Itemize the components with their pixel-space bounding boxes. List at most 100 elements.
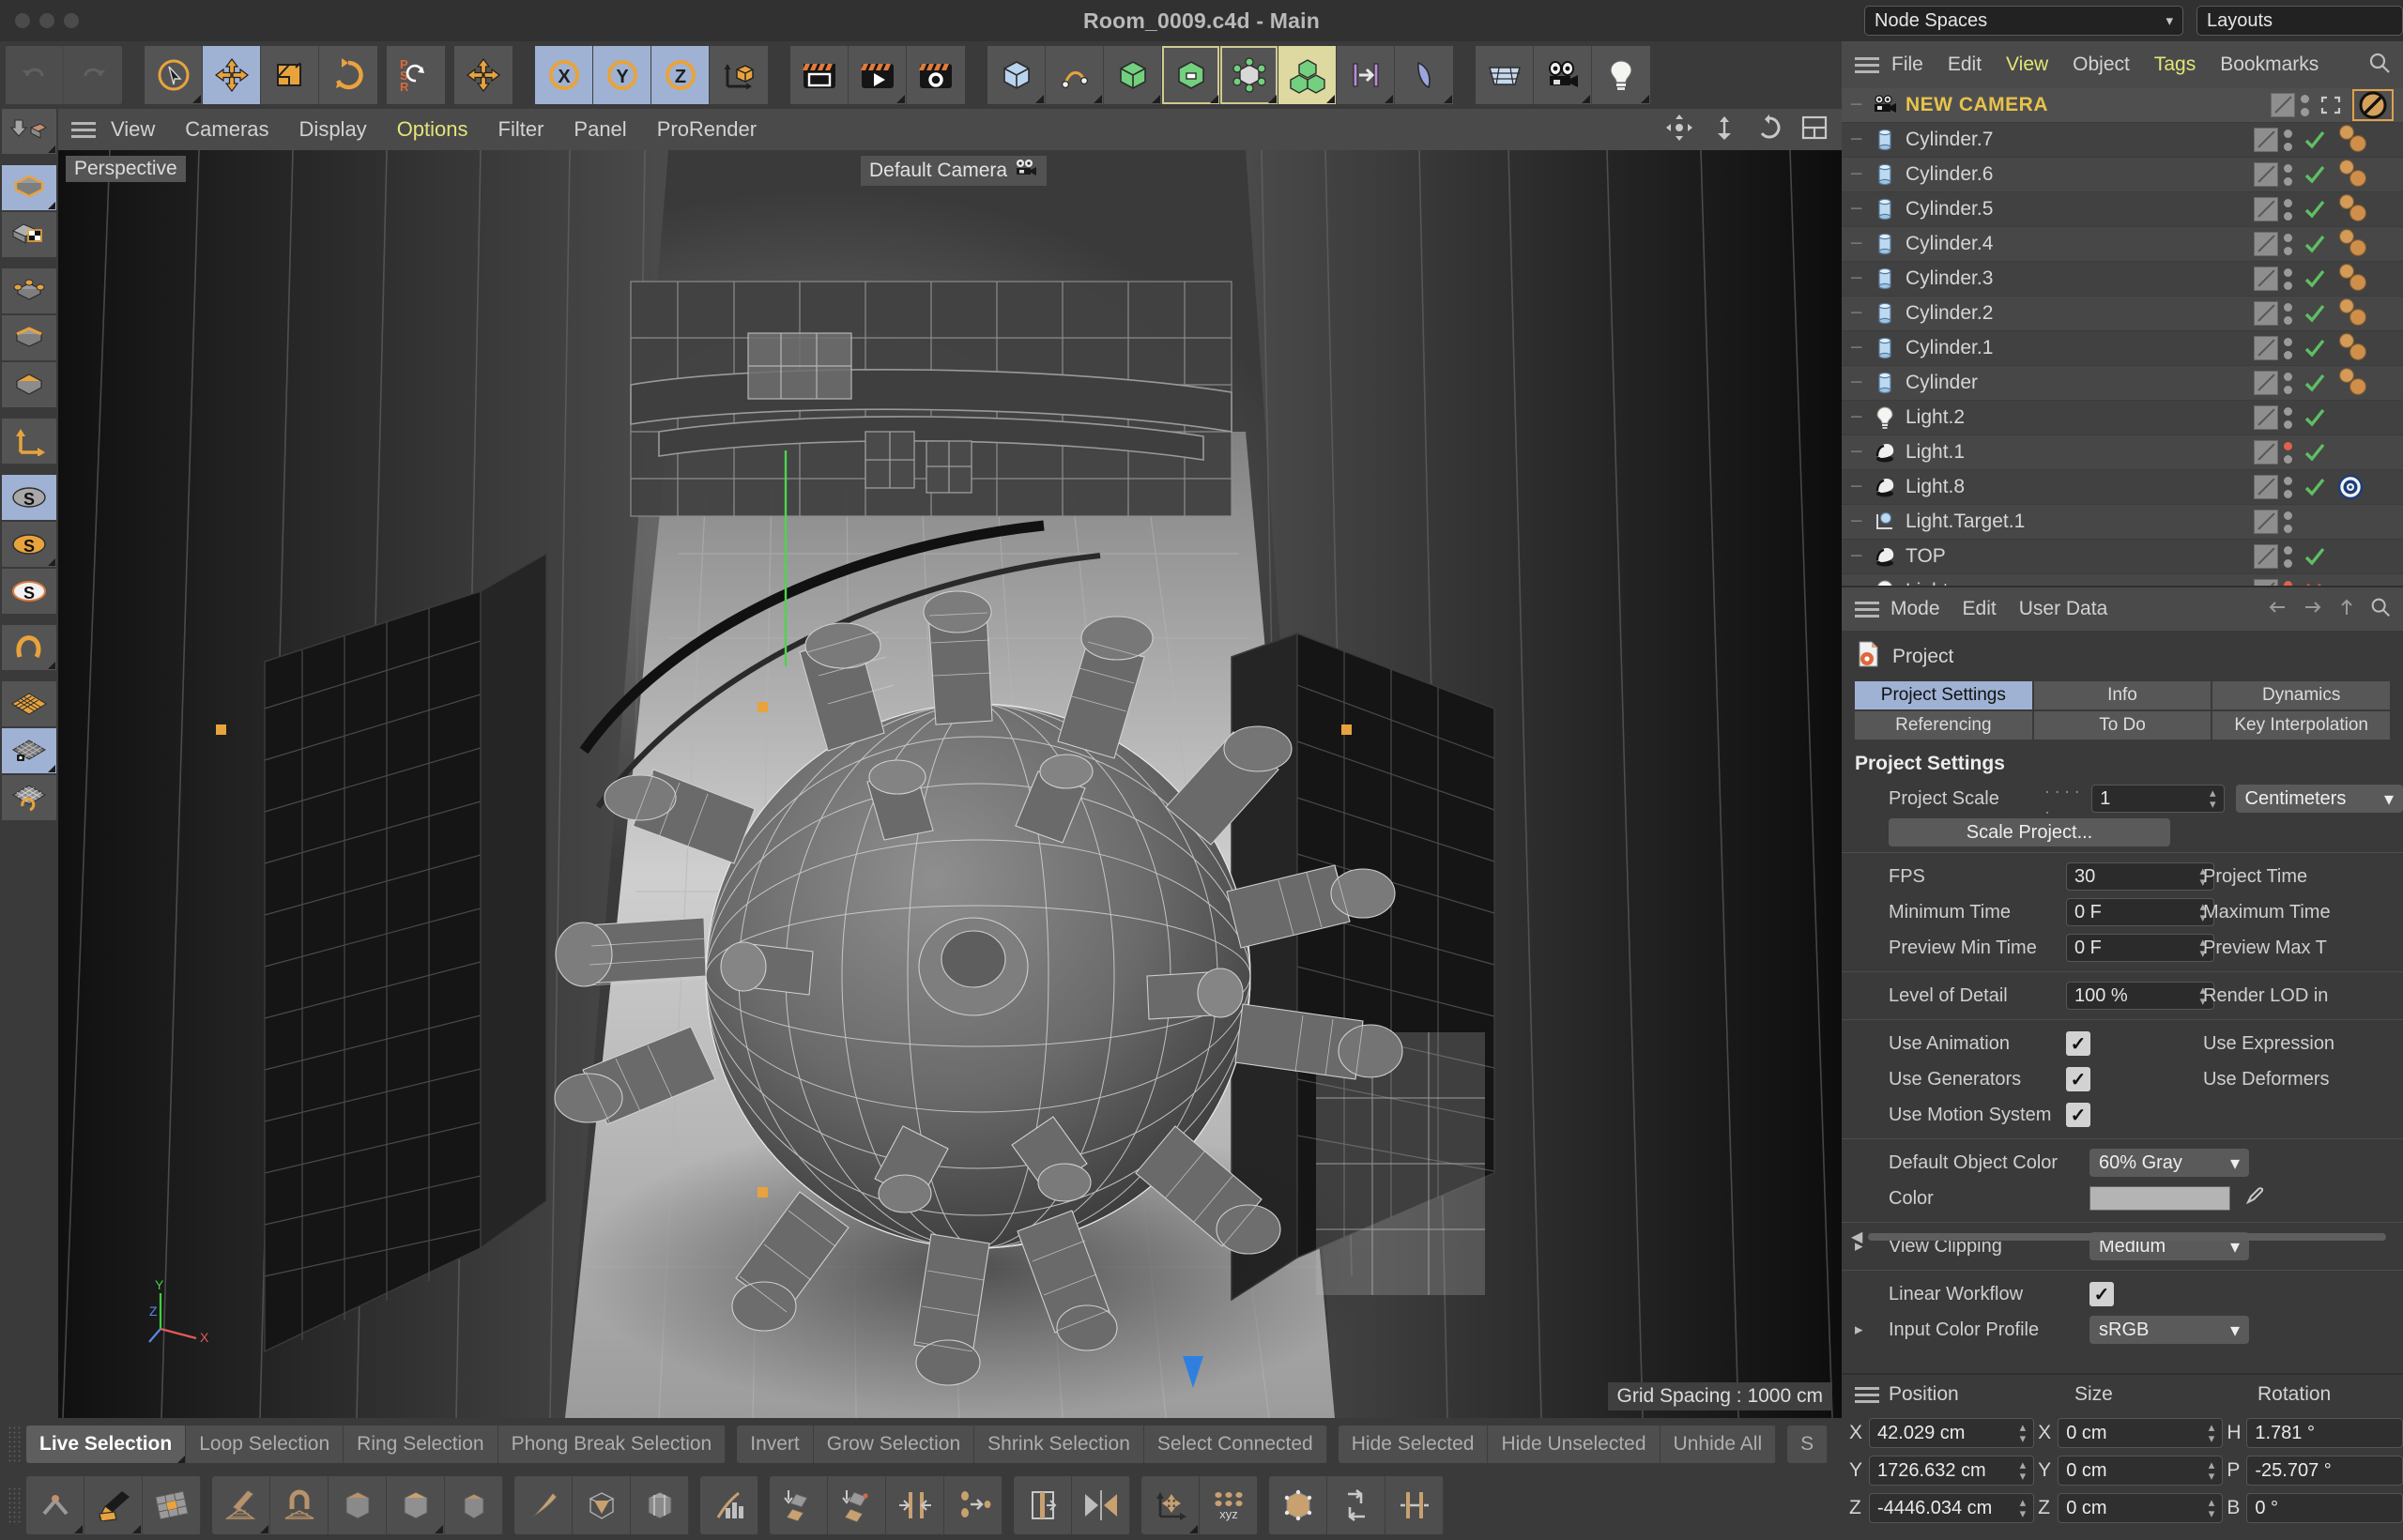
render-visibility-dot[interactable]: [2284, 454, 2292, 464]
attr-menu-user-data[interactable]: User Data: [2008, 598, 2120, 620]
position-input[interactable]: 42.029 cm ▴ ▾: [1869, 1418, 2035, 1448]
polygons-mode-button[interactable]: [2, 362, 56, 407]
object-state-icon[interactable]: [2298, 130, 2330, 150]
object-row-tags[interactable]: [2254, 440, 2403, 465]
object-list-item[interactable]: ─ Cylinder.2: [1842, 297, 2403, 331]
editor-visibility-dot[interactable]: [2284, 476, 2292, 485]
cloner-button[interactable]: [1278, 46, 1337, 104]
object-state-icon[interactable]: [2298, 338, 2330, 358]
object-list-item[interactable]: ─ TOP: [1842, 540, 2403, 574]
display-mode-tag-icon[interactable]: [2254, 197, 2278, 221]
edges-mode-button[interactable]: [2, 315, 56, 360]
hair-button[interactable]: [1337, 46, 1395, 104]
primitive-cube-button[interactable]: [987, 46, 1046, 104]
spline-pen-button[interactable]: [1046, 46, 1104, 104]
display-mode-tag-icon[interactable]: [2254, 405, 2278, 430]
attr-menu-edit[interactable]: Edit: [1951, 598, 2008, 620]
psr-reset-button[interactable]: PSR: [387, 46, 445, 104]
viewport-menu-panel[interactable]: Panel: [559, 117, 641, 142]
eyedropper-icon[interactable]: [2243, 1185, 2266, 1212]
visibility-dots[interactable]: [2284, 129, 2292, 151]
preview-min-time-input[interactable]: 0 F ▴ ▾: [2066, 934, 2214, 962]
render-visibility-dot[interactable]: [2284, 211, 2292, 221]
tab-to-do[interactable]: To Do: [2033, 711, 2212, 740]
nav-back-icon[interactable]: [2266, 598, 2288, 621]
z-axis-lock-button[interactable]: Z: [651, 46, 710, 104]
phong-break-selection-button[interactable]: Phong Break Selection: [497, 1426, 727, 1463]
expand-arrow-icon[interactable]: ▸: [1855, 1320, 1863, 1339]
light-button[interactable]: [1592, 46, 1650, 104]
attr-search-icon[interactable]: [2369, 596, 2392, 623]
live-selection-tool-button[interactable]: [145, 46, 203, 104]
viewport-camera-label[interactable]: Default Camera: [861, 156, 1048, 186]
object-row-tags[interactable]: [2254, 367, 2403, 399]
object-menu-bookmarks[interactable]: Bookmarks: [2208, 53, 2331, 76]
invert-button[interactable]: Invert: [737, 1426, 814, 1463]
display-mode-tag-icon[interactable]: [2254, 440, 2278, 465]
render-visibility-dot[interactable]: [2284, 246, 2292, 255]
color-swatch[interactable]: [2089, 1186, 2230, 1211]
paint-tool-button[interactable]: [84, 1476, 143, 1534]
use-generators-checkbox[interactable]: ✓: [2066, 1067, 2090, 1091]
object-row-tags[interactable]: [2254, 193, 2403, 225]
visibility-dots[interactable]: [2284, 406, 2292, 429]
render-visibility-dot[interactable]: [2284, 385, 2292, 394]
spinner-icon[interactable]: ▴ ▾: [2020, 1496, 2027, 1519]
object-row-tags[interactable]: [2254, 159, 2403, 191]
project-scale-input[interactable]: 1 ▴ ▾: [2091, 785, 2225, 813]
coordinates-hamburger-icon[interactable]: [1855, 1383, 1879, 1407]
object-state-icon[interactable]: [2298, 268, 2330, 289]
object-row-tags[interactable]: [2254, 510, 2403, 534]
object-state-icon[interactable]: [2298, 373, 2330, 393]
attribute-manager-hamburger-icon[interactable]: [1855, 598, 1879, 621]
object-state-icon[interactable]: [2298, 303, 2330, 324]
object-list-item[interactable]: ─ NEW CAMERA: [1842, 88, 2403, 123]
render-visibility-dot[interactable]: [2284, 350, 2292, 359]
rotation-input[interactable]: 1.781 °: [2246, 1418, 2403, 1448]
visibility-dots[interactable]: [2284, 198, 2292, 221]
object-state-icon[interactable]: [2298, 234, 2330, 254]
editor-visibility-dot[interactable]: [2284, 372, 2292, 381]
viewport-menu-prorender[interactable]: ProRender: [642, 117, 772, 142]
viewport-menu-display[interactable]: Display: [284, 117, 382, 142]
soft-selection-button[interactable]: S: [2, 522, 56, 567]
attr-menu-mode[interactable]: Mode: [1879, 598, 1951, 620]
editor-visibility-dot[interactable]: [2284, 406, 2292, 416]
object-state-icon[interactable]: [2298, 442, 2330, 463]
tab-key-interpolation[interactable]: Key Interpolation: [2212, 711, 2391, 740]
render-visibility-dot[interactable]: [2284, 524, 2292, 533]
object-list-item[interactable]: ─ Cylinder.4: [1842, 227, 2403, 262]
editor-visibility-dot[interactable]: [2284, 302, 2292, 312]
object-row-tags[interactable]: [2254, 228, 2403, 260]
tab-project-settings[interactable]: Project Settings: [1855, 681, 2032, 709]
texture-mode-button[interactable]: [2, 212, 56, 257]
object-tag-slot[interactable]: [2335, 472, 2394, 502]
ring-selection-button[interactable]: Ring Selection: [344, 1426, 498, 1463]
object-row-tags[interactable]: [2254, 263, 2403, 295]
minimum-time-input[interactable]: 0 F ▴ ▾: [2066, 898, 2214, 926]
object-row-tags[interactable]: [2254, 472, 2403, 502]
editor-visibility-dot[interactable]: [2284, 129, 2292, 138]
make-editable-button[interactable]: [2, 109, 56, 154]
project-units-dropdown[interactable]: Centimeters ▾: [2235, 785, 2403, 813]
shrink-selection-button[interactable]: Shrink Selection: [974, 1426, 1144, 1463]
render-queue-button[interactable]: [849, 46, 907, 104]
object-state-icon[interactable]: [2298, 164, 2330, 185]
size-input[interactable]: 0 cm ▴ ▾: [2058, 1493, 2224, 1523]
object-tag-slot[interactable]: [2352, 89, 2394, 121]
object-row-tags[interactable]: [2254, 544, 2403, 569]
visibility-dots[interactable]: [2284, 302, 2292, 325]
inner-extrude-button[interactable]: [387, 1476, 445, 1534]
layouts-field[interactable]: Layouts: [2196, 6, 2403, 36]
viewport-menu-filter[interactable]: Filter: [483, 117, 559, 142]
select-connected-button[interactable]: Select Connected: [1143, 1426, 1327, 1463]
object-list-item[interactable]: ─ Light.1: [1842, 435, 2403, 470]
move-tool-button[interactable]: [203, 46, 261, 104]
render-view-button[interactable]: [790, 46, 849, 104]
node-spaces-dropdown[interactable]: Node Spaces ▾: [1864, 6, 2183, 36]
brush-tool-button[interactable]: [212, 1476, 270, 1534]
visibility-dots[interactable]: [2284, 233, 2292, 255]
generator-button[interactable]: [1104, 46, 1162, 104]
selection-extra-button[interactable]: S: [1787, 1426, 1829, 1463]
viewport-menu-hamburger-icon[interactable]: [71, 118, 96, 142]
